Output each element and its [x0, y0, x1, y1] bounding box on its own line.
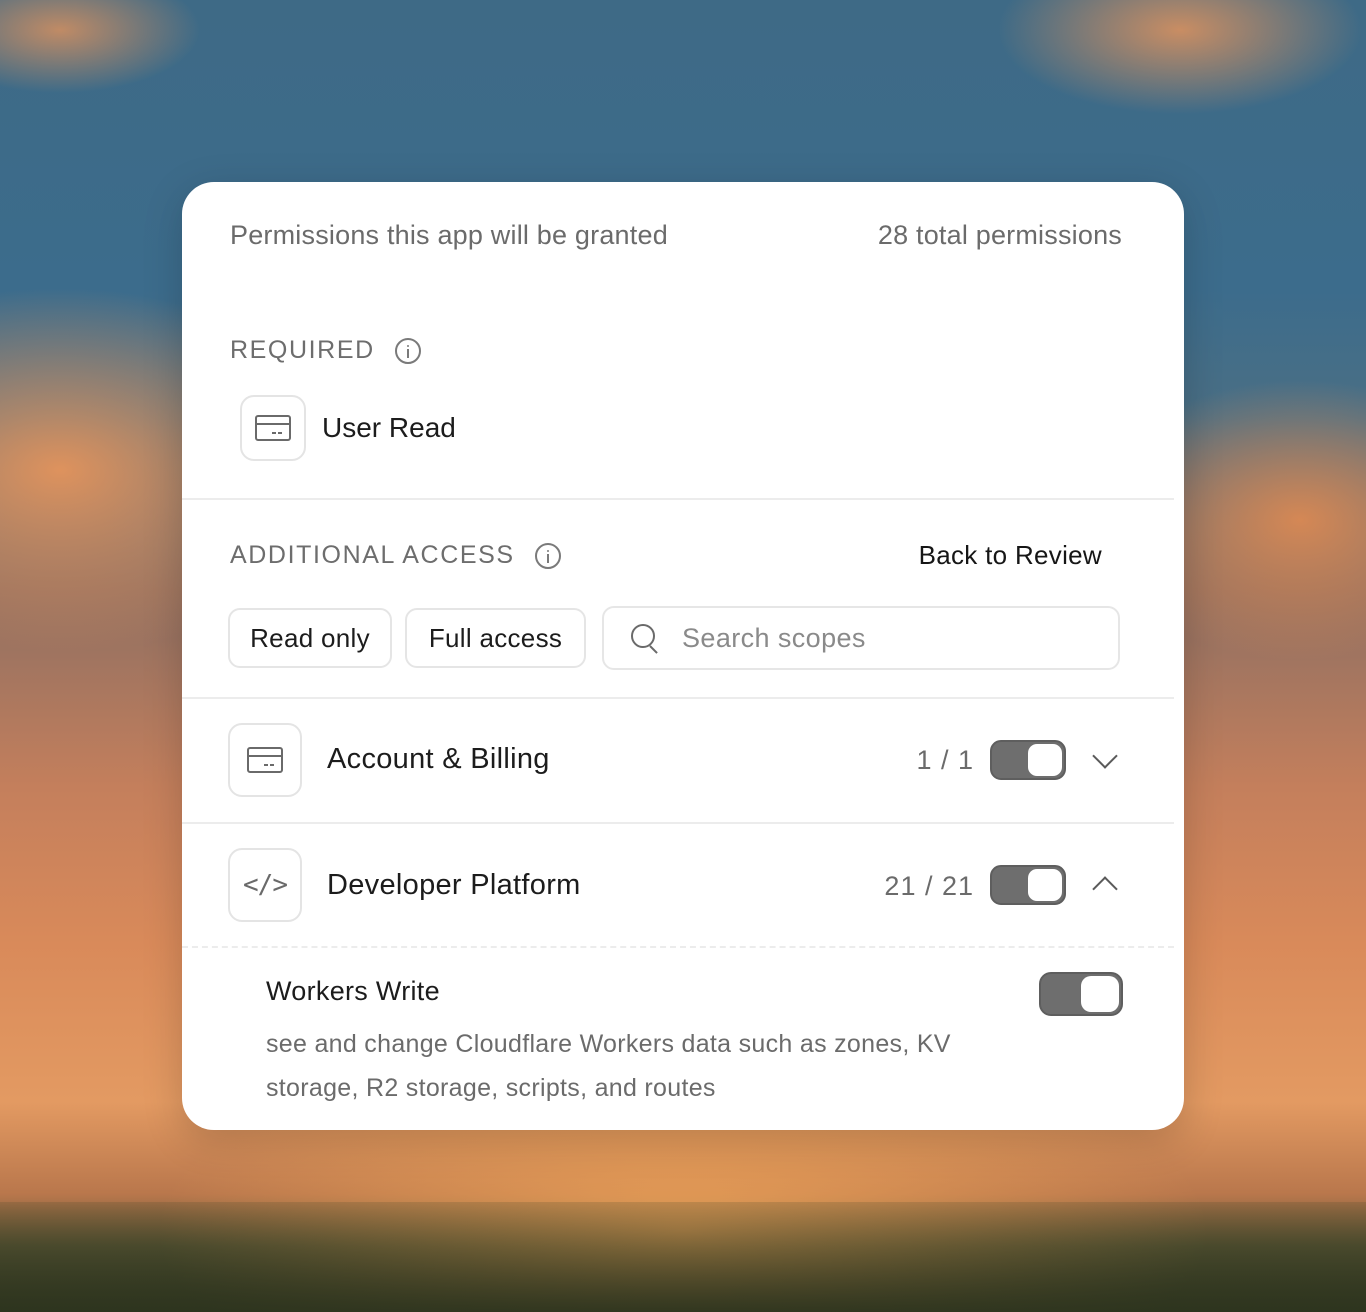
- search-icon: [630, 623, 660, 653]
- section-divider: [182, 697, 1174, 699]
- credit-card-icon: [247, 747, 283, 773]
- chevron-up-icon[interactable]: [1092, 876, 1118, 902]
- credit-card-icon: [255, 415, 291, 441]
- toggle-knob: [1028, 744, 1062, 776]
- workers-write-toggle[interactable]: [1039, 972, 1123, 1016]
- user-read-icon-box: [240, 395, 306, 461]
- total-permissions: 28 total permissions: [877, 220, 1122, 250]
- scope-description: see and change Cloudflare Workers data s…: [266, 1030, 951, 1102]
- developer-platform-icon-box: </>: [228, 848, 302, 922]
- group-label-developer-platform: Developer Platform: [327, 869, 581, 901]
- info-icon[interactable]: [394, 337, 421, 364]
- group-label-account-billing: Account & Billing: [327, 743, 550, 775]
- group-count-developer-platform: 21 / 21: [884, 871, 974, 901]
- back-to-review-link[interactable]: Back to Review: [919, 540, 1102, 571]
- permissions-panel: Permissions this app will be granted 28 …: [182, 182, 1184, 1130]
- background-landscape: [0, 1202, 1366, 1312]
- group-count-account-billing: 1 / 1: [916, 745, 974, 775]
- search-input[interactable]: [682, 608, 1118, 668]
- additional-section-label: ADDITIONAL ACCESS: [230, 541, 561, 570]
- panel-title: Permissions this app will be granted: [230, 220, 668, 250]
- scope-title: Workers Write: [266, 976, 440, 1006]
- section-divider: [182, 822, 1174, 824]
- search-box: [602, 606, 1120, 670]
- toggle-knob: [1081, 976, 1119, 1012]
- required-label: REQUIRED: [230, 336, 375, 364]
- toggle-knob: [1028, 869, 1062, 901]
- read-only-filter-button[interactable]: Read only: [228, 608, 392, 668]
- info-icon[interactable]: [534, 542, 561, 569]
- required-item-label: User Read: [322, 412, 456, 443]
- account-billing-icon-box: [228, 723, 302, 797]
- section-divider: [182, 498, 1174, 500]
- code-icon: </>: [243, 870, 288, 900]
- chevron-down-icon[interactable]: [1092, 743, 1118, 769]
- developer-platform-toggle[interactable]: [990, 865, 1066, 905]
- scope-divider: [182, 946, 1174, 948]
- full-access-filter-button[interactable]: Full access: [405, 608, 586, 668]
- account-billing-toggle[interactable]: [990, 740, 1066, 780]
- additional-label: ADDITIONAL ACCESS: [230, 541, 515, 569]
- required-section-label: REQUIRED: [230, 336, 421, 365]
